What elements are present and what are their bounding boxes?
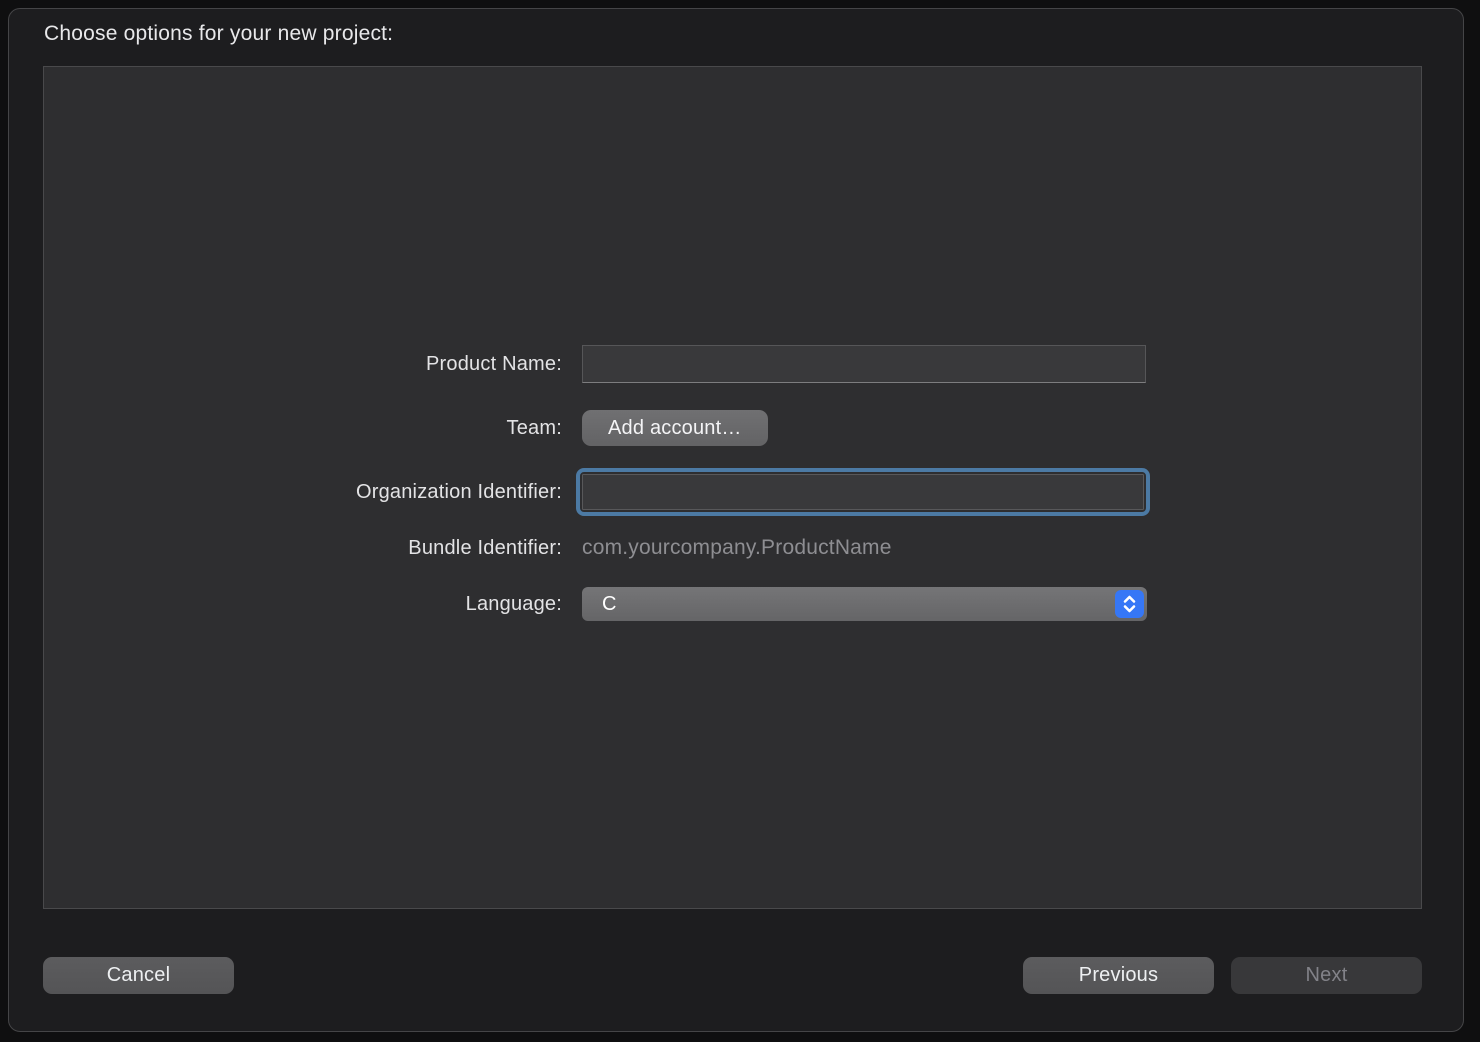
language-row: Language: C [44,587,1421,621]
add-account-button[interactable]: Add account… [582,410,768,446]
organization-identifier-focus-ring [576,468,1150,516]
bundle-identifier-label: Bundle Identifier: [44,537,562,560]
next-button[interactable]: Next [1231,957,1422,994]
organization-identifier-input[interactable] [582,474,1144,510]
product-name-row: Product Name: [44,345,1421,383]
language-selected-value: C [602,593,617,616]
organization-identifier-label: Organization Identifier: [44,481,562,504]
cancel-button[interactable]: Cancel [43,957,234,994]
new-project-options-sheet: Choose options for your new project: Pro… [8,8,1464,1032]
language-label: Language: [44,593,562,616]
screen-background: Choose options for your new project: Pro… [0,0,1480,1042]
product-name-input[interactable] [582,345,1146,383]
previous-button[interactable]: Previous [1023,957,1214,994]
popup-stepper-icon [1115,590,1144,618]
bundle-identifier-value: com.yourcompany.ProductName [582,536,892,560]
team-row: Team: Add account… [44,410,1421,446]
team-label: Team: [44,417,562,440]
bundle-identifier-row: Bundle Identifier: com.yourcompany.Produ… [44,535,1421,561]
organization-identifier-row: Organization Identifier: [44,468,1421,516]
product-name-label: Product Name: [44,353,562,376]
options-panel: Product Name: Team: Add account… Organiz… [43,66,1422,909]
dialog-title: Choose options for your new project: [44,20,393,48]
language-popup[interactable]: C [582,587,1147,621]
